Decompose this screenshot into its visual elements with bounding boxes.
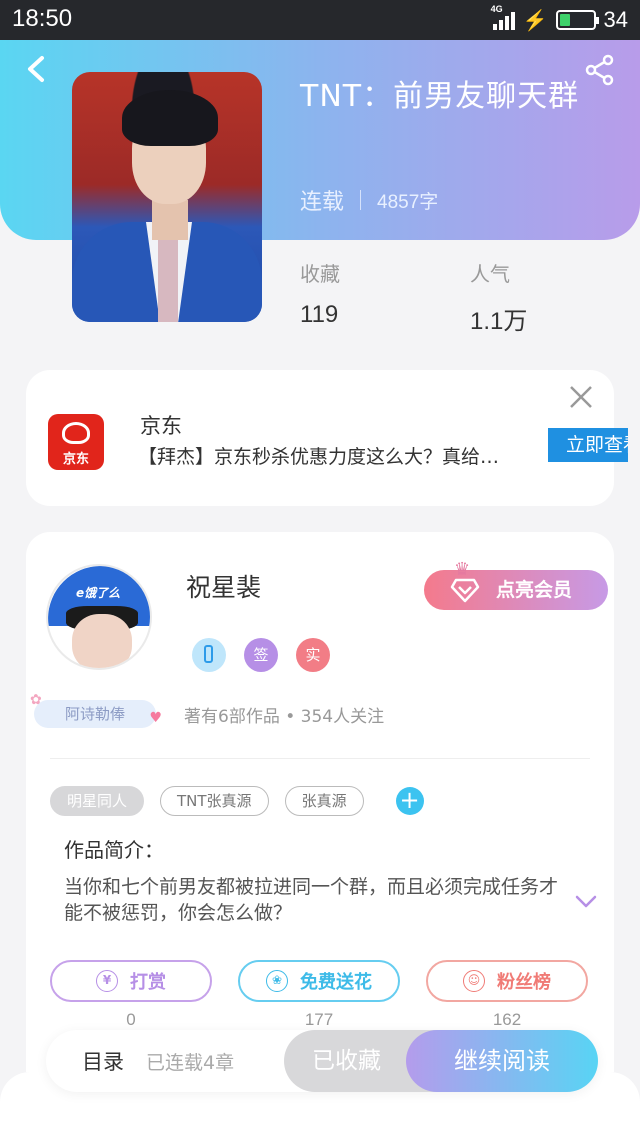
vip-button[interactable]: ♛ 点亮会员 — [424, 559, 608, 610]
back-icon[interactable] — [22, 52, 52, 86]
battery-percent: 34 — [603, 7, 628, 32]
yuan-icon: ¥ — [96, 970, 118, 992]
jd-logo: 京东 — [48, 414, 104, 470]
charging-icon: ⚡ — [522, 9, 548, 32]
book-status: 连载 — [300, 190, 345, 215]
intro-text: 当你和七个前男友都被拉进同一个群，而且必须完成任务才能不被惩罚，你会怎么做？ — [64, 876, 559, 924]
flower-icon: ❀ — [266, 970, 288, 992]
author-badge: 阿诗勒俸 — [30, 686, 162, 732]
continue-reading-button[interactable]: 继续阅读 — [406, 1030, 598, 1092]
reward-button[interactable]: ¥ 打赏 — [50, 960, 212, 1002]
reward-label: 打赏 — [130, 972, 166, 993]
reward-count: 0 — [126, 1010, 136, 1029]
phone-verified-icon — [192, 638, 226, 672]
toc-button[interactable]: 目录 — [82, 1046, 124, 1076]
stat-popularity: 人气 1.1万 — [470, 258, 527, 336]
flower-count: 177 — [304, 1010, 334, 1029]
jd-logo-text: 京东 — [62, 452, 89, 467]
verify-icons: 签 实 — [192, 638, 330, 672]
book-meta: 连载 4857字 — [300, 184, 438, 216]
status-bar: 18:50 4G ⚡ 34 — [0, 0, 640, 40]
meta-divider — [360, 190, 362, 210]
stat-value: 119 — [300, 301, 339, 328]
word-count: 4857字 — [377, 191, 439, 213]
stat-favorites: 收藏 119 — [300, 258, 340, 329]
divider — [50, 758, 590, 759]
intro-label: 作品简介： — [64, 838, 164, 862]
close-icon[interactable] — [568, 384, 594, 410]
user-icon: ☺ — [463, 970, 485, 992]
ad-advertiser: 京东 — [140, 414, 182, 438]
tag-item[interactable]: 明星同人 — [50, 786, 145, 816]
book-cover[interactable] — [72, 72, 262, 322]
stat-label: 人气 — [470, 262, 510, 286]
diamond-icon — [450, 578, 480, 603]
add-tag-button[interactable]: + — [395, 787, 424, 815]
author-card: e饿了么 阿诗勒俸 祝星裴 ♛ 点亮会员 签 实 著有6部作品 • 354人关注… — [26, 532, 614, 1072]
fans-ranking-button[interactable]: ☺ 粉丝榜 — [426, 960, 588, 1002]
avatar-text: e饿了么 — [76, 586, 121, 600]
jd-dog-icon — [62, 422, 90, 444]
signed-icon: 签 — [244, 638, 278, 672]
action-counts: 0 177 162 — [50, 1010, 588, 1030]
author-works-info: 著有6部作品 • 354人关注 — [184, 707, 385, 727]
status-icons: 4G ⚡ 34 — [491, 4, 628, 33]
ad-card[interactable]: 京东 京东 【拜杰】京东秒杀优惠力度这么大？真给… 立即查看 — [26, 370, 628, 506]
send-flower-button[interactable]: ❀ 免费送花 — [238, 960, 400, 1002]
network-type: 4G — [490, 4, 503, 14]
chevron-down-icon[interactable] — [574, 894, 598, 910]
action-buttons: ¥ 打赏 ❀ 免费送花 ☺ 粉丝榜 — [50, 960, 588, 1002]
ad-description: 【拜杰】京东秒杀优惠力度这么大？真给… — [138, 446, 500, 468]
ad-cta-button[interactable]: 立即查看 — [548, 428, 628, 462]
fans-ranking-label: 粉丝榜 — [497, 972, 551, 993]
author-avatar[interactable]: e饿了么 — [46, 564, 152, 670]
fans-count: 162 — [492, 1010, 522, 1029]
share-icon[interactable] — [584, 54, 616, 86]
tag-item[interactable]: TNT张真源 — [160, 786, 269, 816]
real-name-icon: 实 — [296, 638, 330, 672]
vip-button-label: 点亮会员 — [496, 579, 573, 601]
author-name[interactable]: 祝星裴 — [186, 568, 261, 604]
tag-list: 明星同人 TNT张真源 张真源 + — [50, 786, 424, 816]
bottom-bar: 目录 已连载4章 已收藏 继续阅读 — [46, 1030, 598, 1092]
signal-icon: 4G — [491, 4, 515, 30]
book-title: TNT：前男友聊天群 — [300, 79, 580, 114]
tag-item[interactable]: 张真源 — [284, 786, 364, 816]
status-time: 18:50 — [12, 5, 73, 32]
send-flower-label: 免费送花 — [300, 972, 372, 993]
chapter-progress: 已连载4章 — [146, 1052, 235, 1074]
stat-value: 1.1万 — [470, 308, 528, 335]
battery-icon — [555, 10, 599, 30]
stat-label: 收藏 — [300, 262, 340, 286]
